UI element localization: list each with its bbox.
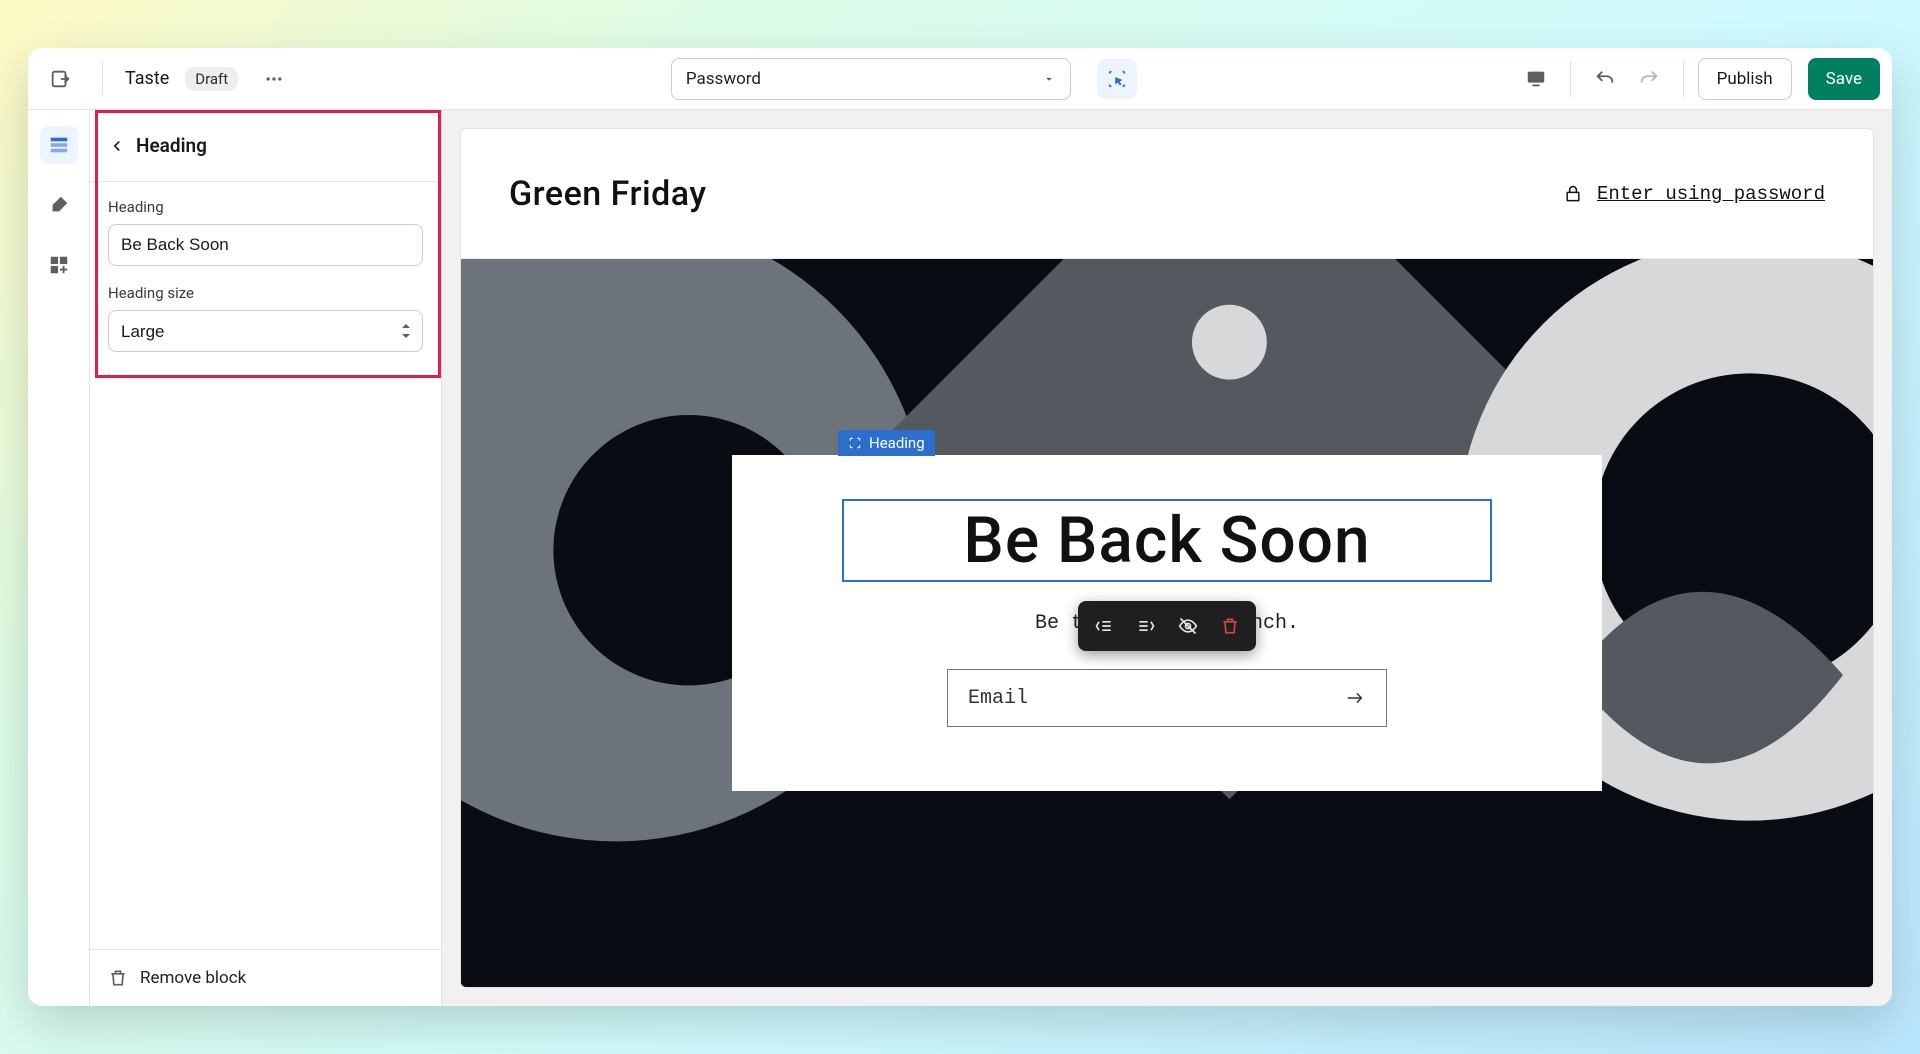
paintbrush-icon bbox=[48, 194, 70, 216]
enter-password-label: Enter using password bbox=[1597, 183, 1825, 205]
undo-button[interactable] bbox=[1585, 59, 1625, 99]
status-badge: Draft bbox=[185, 67, 238, 91]
rail-apps[interactable] bbox=[40, 246, 78, 284]
main-body: Heading Heading Heading size Large bbox=[28, 110, 1892, 1006]
rail-theme-settings[interactable] bbox=[40, 186, 78, 224]
storefront-header: Green Friday Enter using password bbox=[461, 129, 1873, 259]
remove-block-label: Remove block bbox=[140, 968, 246, 988]
panel-body: Heading Heading size Large bbox=[90, 182, 441, 949]
eye-off-icon bbox=[1178, 616, 1198, 636]
panel-header: Heading bbox=[90, 110, 441, 182]
enter-password-link[interactable]: Enter using password bbox=[1563, 183, 1825, 205]
email-placeholder: Email bbox=[968, 687, 1028, 710]
theme-name: Taste bbox=[125, 68, 169, 89]
block-toolbar bbox=[1078, 601, 1256, 651]
exit-icon bbox=[49, 68, 71, 90]
block-select-icon bbox=[848, 436, 862, 450]
lock-icon bbox=[1563, 184, 1583, 204]
exit-button[interactable] bbox=[40, 59, 103, 99]
heading-block[interactable]: Be Back Soon bbox=[842, 499, 1492, 582]
redo-icon bbox=[1638, 68, 1660, 90]
password-card: Heading Be Back Soon Be the firs we laun… bbox=[732, 455, 1602, 791]
undo-icon bbox=[1594, 68, 1616, 90]
trash-icon bbox=[108, 968, 128, 988]
top-bar: Taste Draft Password bbox=[28, 48, 1892, 110]
back-button[interactable] bbox=[108, 137, 126, 155]
redo-button[interactable] bbox=[1629, 59, 1669, 99]
desktop-icon bbox=[1525, 68, 1547, 90]
inspector-toggle[interactable] bbox=[1097, 59, 1137, 99]
size-field-label: Heading size bbox=[108, 284, 423, 302]
indent-icon bbox=[1136, 616, 1156, 636]
delete-block-button[interactable] bbox=[1210, 606, 1250, 646]
move-up-button[interactable] bbox=[1084, 606, 1124, 646]
app-window: Taste Draft Password bbox=[28, 48, 1892, 1006]
heading-input[interactable] bbox=[108, 224, 423, 266]
remove-block-button[interactable]: Remove block bbox=[90, 949, 441, 1006]
page-selector[interactable]: Password bbox=[671, 58, 1071, 100]
viewport-desktop-button[interactable] bbox=[1516, 59, 1556, 99]
block-badge: Heading bbox=[838, 430, 935, 456]
rail-sections[interactable] bbox=[40, 126, 78, 164]
topbar-right-cluster: Publish Save bbox=[1516, 58, 1880, 100]
ellipsis-icon bbox=[264, 69, 284, 89]
page-selector-label: Password bbox=[686, 69, 761, 89]
more-menu-button[interactable] bbox=[256, 61, 292, 97]
caret-down-icon bbox=[1042, 72, 1056, 86]
inspector-icon bbox=[1106, 68, 1128, 90]
preview-canvas: Green Friday Enter using password bbox=[460, 128, 1874, 988]
heading-size-select[interactable]: Large bbox=[108, 310, 423, 352]
hide-block-button[interactable] bbox=[1168, 606, 1208, 646]
chevron-left-icon bbox=[108, 137, 126, 155]
heading-text: Be Back Soon bbox=[864, 503, 1470, 578]
save-button[interactable]: Save bbox=[1808, 58, 1880, 100]
canvas-wrap: Green Friday Enter using password bbox=[442, 110, 1892, 1006]
outdent-icon bbox=[1094, 616, 1114, 636]
panel-title: Heading bbox=[136, 134, 207, 157]
heading-field-label: Heading bbox=[108, 198, 423, 216]
store-name: Green Friday bbox=[509, 174, 707, 214]
trash-icon bbox=[1220, 616, 1240, 636]
apps-icon bbox=[48, 254, 70, 276]
block-settings-panel: Heading Heading Heading size Large bbox=[90, 110, 442, 1006]
arrow-right-icon bbox=[1344, 687, 1366, 709]
hero-section: Heading Be Back Soon Be the firs we laun… bbox=[461, 259, 1873, 987]
publish-button[interactable]: Publish bbox=[1698, 58, 1792, 100]
left-rail bbox=[28, 110, 90, 1006]
email-input[interactable]: Email bbox=[947, 669, 1387, 727]
sections-icon bbox=[48, 134, 70, 156]
move-down-button[interactable] bbox=[1126, 606, 1166, 646]
